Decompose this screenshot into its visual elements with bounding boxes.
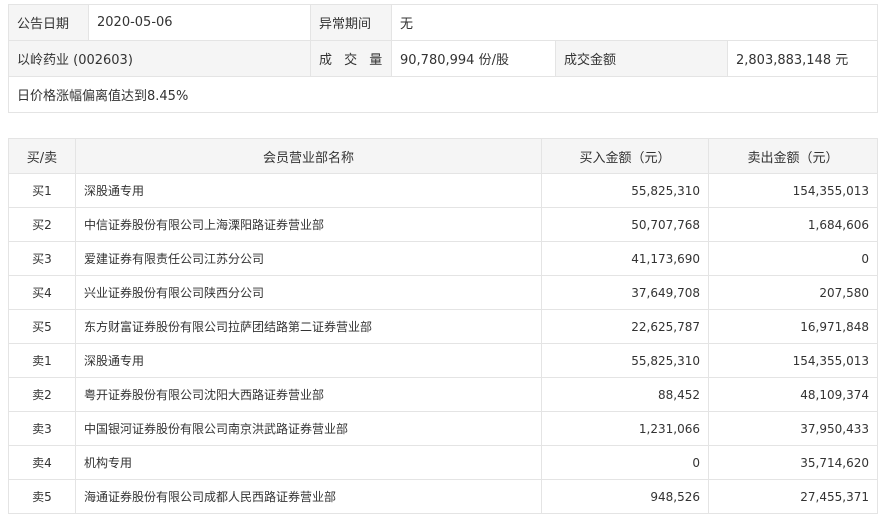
row-side: 买4 [8,275,76,310]
row-side: 买1 [8,173,76,208]
row-sell-amount: 154,355,013 [708,343,878,378]
announcement-summary-table: 公告日期 2020-05-06 异常期间 无 以岭药业 (002603) 成 交… [7,4,879,113]
row-sell-amount: 207,580 [708,275,878,310]
row-sell-amount: 37,950,433 [708,411,878,446]
listing-reason: 日价格涨幅偏离值达到8.45% [7,76,879,113]
row-side: 卖3 [8,411,76,446]
row-sell-amount: 1,684,606 [708,207,878,242]
row-branch-name: 中国银河证券股份有限公司南京洪武路证券营业部 [75,411,542,446]
abnormal-period-label: 异常期间 [310,4,392,41]
row-side: 买5 [8,309,76,344]
row-side: 卖2 [8,377,76,412]
turnover-value: 2,803,883,148 元 [726,40,879,77]
row-branch-name: 海通证券股份有限公司成都人民西路证券营业部 [75,479,542,514]
table-row: 卖1 深股通专用 55,825,310 154,355,013 [8,343,878,378]
row-side: 买3 [8,241,76,276]
row-branch-name: 爱建证券有限责任公司江苏分公司 [75,241,542,276]
row-side: 买2 [8,207,76,242]
row-sell-amount: 0 [708,241,878,276]
table-row: 买4 兴业证券股份有限公司陕西分公司 37,649,708 207,580 [8,275,878,310]
announce-date-label: 公告日期 [8,4,89,41]
row-buy-amount: 0 [541,445,709,480]
row-branch-name: 深股通专用 [75,343,542,378]
header-buy-amount: 买入金额（元） [541,138,709,174]
row-side: 卖4 [8,445,76,480]
row-sell-amount: 154,355,013 [708,173,878,208]
row-sell-amount: 27,455,371 [708,479,878,514]
table-row: 买5 东方财富证券股份有限公司拉萨团结路第二证券营业部 22,625,787 16,9… [8,309,878,344]
table-row: 买3 爱建证券有限责任公司江苏分公司 41,173,690 0 [8,241,878,276]
row-sell-amount: 48,109,374 [708,377,878,412]
volume-label: 成 交 量 [310,40,392,77]
row-buy-amount: 37,649,708 [541,275,709,310]
table-row: 卖2 粤开证券股份有限公司沈阳大西路证券营业部 88,452 48,109,374 [8,377,878,412]
row-branch-name: 粤开证券股份有限公司沈阳大西路证券营业部 [75,377,542,412]
table-header-row: 买/卖 会员营业部名称 买入金额（元） 卖出金额（元） [8,138,878,174]
row-buy-amount: 1,231,066 [541,411,709,446]
table-row: 买1 深股通专用 55,825,310 154,355,013 [8,173,878,208]
row-sell-amount: 16,971,848 [708,309,878,344]
row-buy-amount: 55,825,310 [541,173,709,208]
row-branch-name: 深股通专用 [75,173,542,208]
row-buy-amount: 50,707,768 [541,207,709,242]
summary-row-stock: 以岭药业 (002603) 成 交 量 90,780,994 份/股 成交金额 … [8,40,879,77]
row-buy-amount: 41,173,690 [541,241,709,276]
row-branch-name: 机构专用 [75,445,542,480]
row-buy-amount: 88,452 [541,377,709,412]
trading-detail-table: 买/卖 会员营业部名称 买入金额（元） 卖出金额（元） 买1 深股通专用 55,82… [8,138,878,514]
volume-value: 90,780,994 份/股 [391,40,556,77]
header-branch-name: 会员营业部名称 [75,138,542,174]
row-buy-amount: 55,825,310 [541,343,709,378]
stock-name: 以岭药业 (002603) [8,40,311,77]
summary-row-reason: 日价格涨幅偏离值达到8.45% [7,76,879,113]
table-row: 卖5 海通证券股份有限公司成都人民西路证券营业部 948,526 27,455,371 [8,479,878,514]
turnover-label: 成交金额 [555,40,728,77]
table-row: 卖3 中国银河证券股份有限公司南京洪武路证券营业部 1,231,066 37,950,… [8,411,878,446]
row-sell-amount: 35,714,620 [708,445,878,480]
row-branch-name: 兴业证券股份有限公司陕西分公司 [75,275,542,310]
abnormal-period-value: 无 [390,4,879,41]
table-row: 买2 中信证券股份有限公司上海溧阳路证券营业部 50,707,768 1,684,60… [8,207,878,242]
header-sell-amount: 卖出金额（元） [708,138,878,174]
row-buy-amount: 22,625,787 [541,309,709,344]
row-side: 卖1 [8,343,76,378]
row-branch-name: 东方财富证券股份有限公司拉萨团结路第二证券营业部 [75,309,542,344]
summary-row-date: 公告日期 2020-05-06 异常期间 无 [8,4,879,41]
table-row: 卖4 机构专用 0 35,714,620 [8,445,878,480]
row-side: 卖5 [8,479,76,514]
row-buy-amount: 948,526 [541,479,709,514]
row-branch-name: 中信证券股份有限公司上海溧阳路证券营业部 [75,207,542,242]
header-side: 买/卖 [8,138,76,174]
announce-date-value: 2020-05-06 [88,4,311,41]
